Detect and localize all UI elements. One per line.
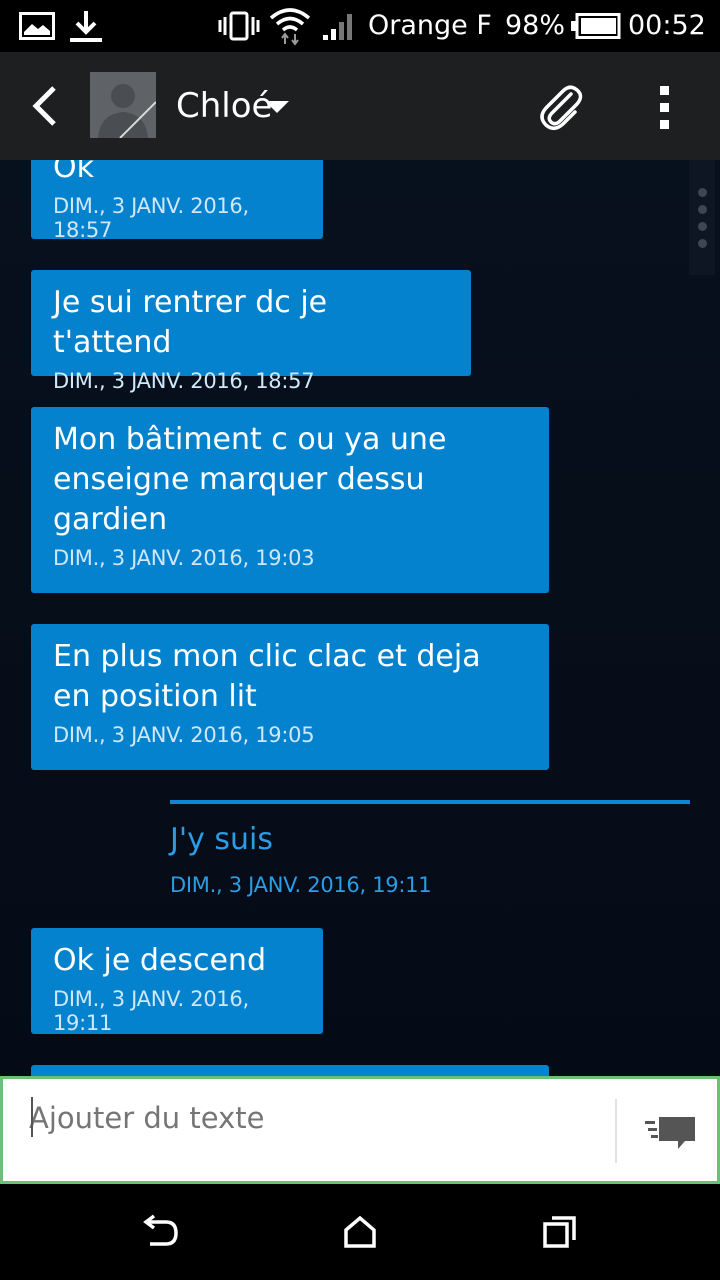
status-bar: Orange F 98% 00:52 (0, 0, 720, 52)
message-bubble[interactable]: En plus mon clic clac et deja en positio… (31, 624, 549, 770)
home-nav-icon[interactable] (330, 1202, 390, 1262)
message-timestamp: DIM., 3 JANV. 2016, 19:11 (170, 873, 432, 897)
message-bubble[interactable]: Ok je descend DIM., 3 JANV. 2016, 19:11 (31, 928, 323, 1035)
message-bubble[interactable]: Je sui rentrer dc je t'attend DIM., 3 JA… (31, 270, 471, 393)
vibrate-icon (218, 0, 260, 52)
message-text: Ok (53, 160, 94, 185)
carrier-label: Orange F (368, 10, 492, 41)
message-input[interactable] (27, 1089, 611, 1147)
download-icon (66, 0, 106, 52)
sent-message[interactable]: J'y suis DIM., 3 JANV. 2016, 19:11 (170, 800, 690, 897)
clock: 00:52 (628, 10, 706, 41)
contact-name[interactable]: Chloé (176, 86, 272, 126)
message-text: Je sui rentrer dc je t'attend (53, 285, 328, 360)
message-bubble[interactable]: Ok DIM., 3 JANV. 2016, 18:57 (31, 160, 323, 242)
image-icon (18, 0, 56, 52)
overflow-menu-icon[interactable] (650, 82, 680, 132)
back-nav-icon[interactable] (130, 1202, 190, 1262)
message-text: Mon bâtiment c ou ya une enseigne marque… (53, 422, 447, 537)
message-bubble[interactable]: Mon bâtiment c ou ya une enseigne marque… (31, 407, 549, 593)
message-text: Ok je descend (53, 943, 266, 978)
battery-percent: 98% (505, 10, 566, 41)
message-text: J'y suis (170, 822, 273, 857)
message-timestamp: DIM., 3 JANV. 2016, 18:57 (53, 194, 249, 242)
battery-icon (570, 0, 622, 52)
back-arrow-icon[interactable] (24, 82, 68, 130)
sent-message-divider (170, 800, 690, 804)
message-composer (0, 1076, 720, 1184)
message-timestamp: DIM., 3 JANV. 2016, 18:57 (53, 369, 315, 393)
message-timestamp: DIM., 3 JANV. 2016, 19:03 (53, 546, 315, 570)
message-timestamp: DIM., 3 JANV. 2016, 19:05 (53, 723, 315, 747)
message-timestamp: DIM., 3 JANV. 2016, 19:11 (53, 987, 249, 1035)
conversation-list[interactable]: Ok DIM., 3 JANV. 2016, 18:57 Je sui rent… (0, 160, 720, 1078)
paperclip-icon[interactable] (538, 82, 584, 132)
text-cursor (31, 1097, 33, 1137)
signal-icon (320, 0, 356, 52)
navigation-bar (0, 1184, 720, 1280)
avatar[interactable] (90, 72, 156, 138)
composer-divider (615, 1099, 617, 1163)
message-text: En plus mon clic clac et deja en positio… (53, 639, 481, 714)
dropdown-icon[interactable] (264, 100, 290, 114)
send-message-icon[interactable] (641, 1113, 697, 1153)
wifi-icon (268, 0, 312, 52)
recents-nav-icon[interactable] (530, 1202, 590, 1262)
conversation-header: Chloé (0, 52, 720, 160)
scroll-handle[interactable] (689, 160, 715, 275)
